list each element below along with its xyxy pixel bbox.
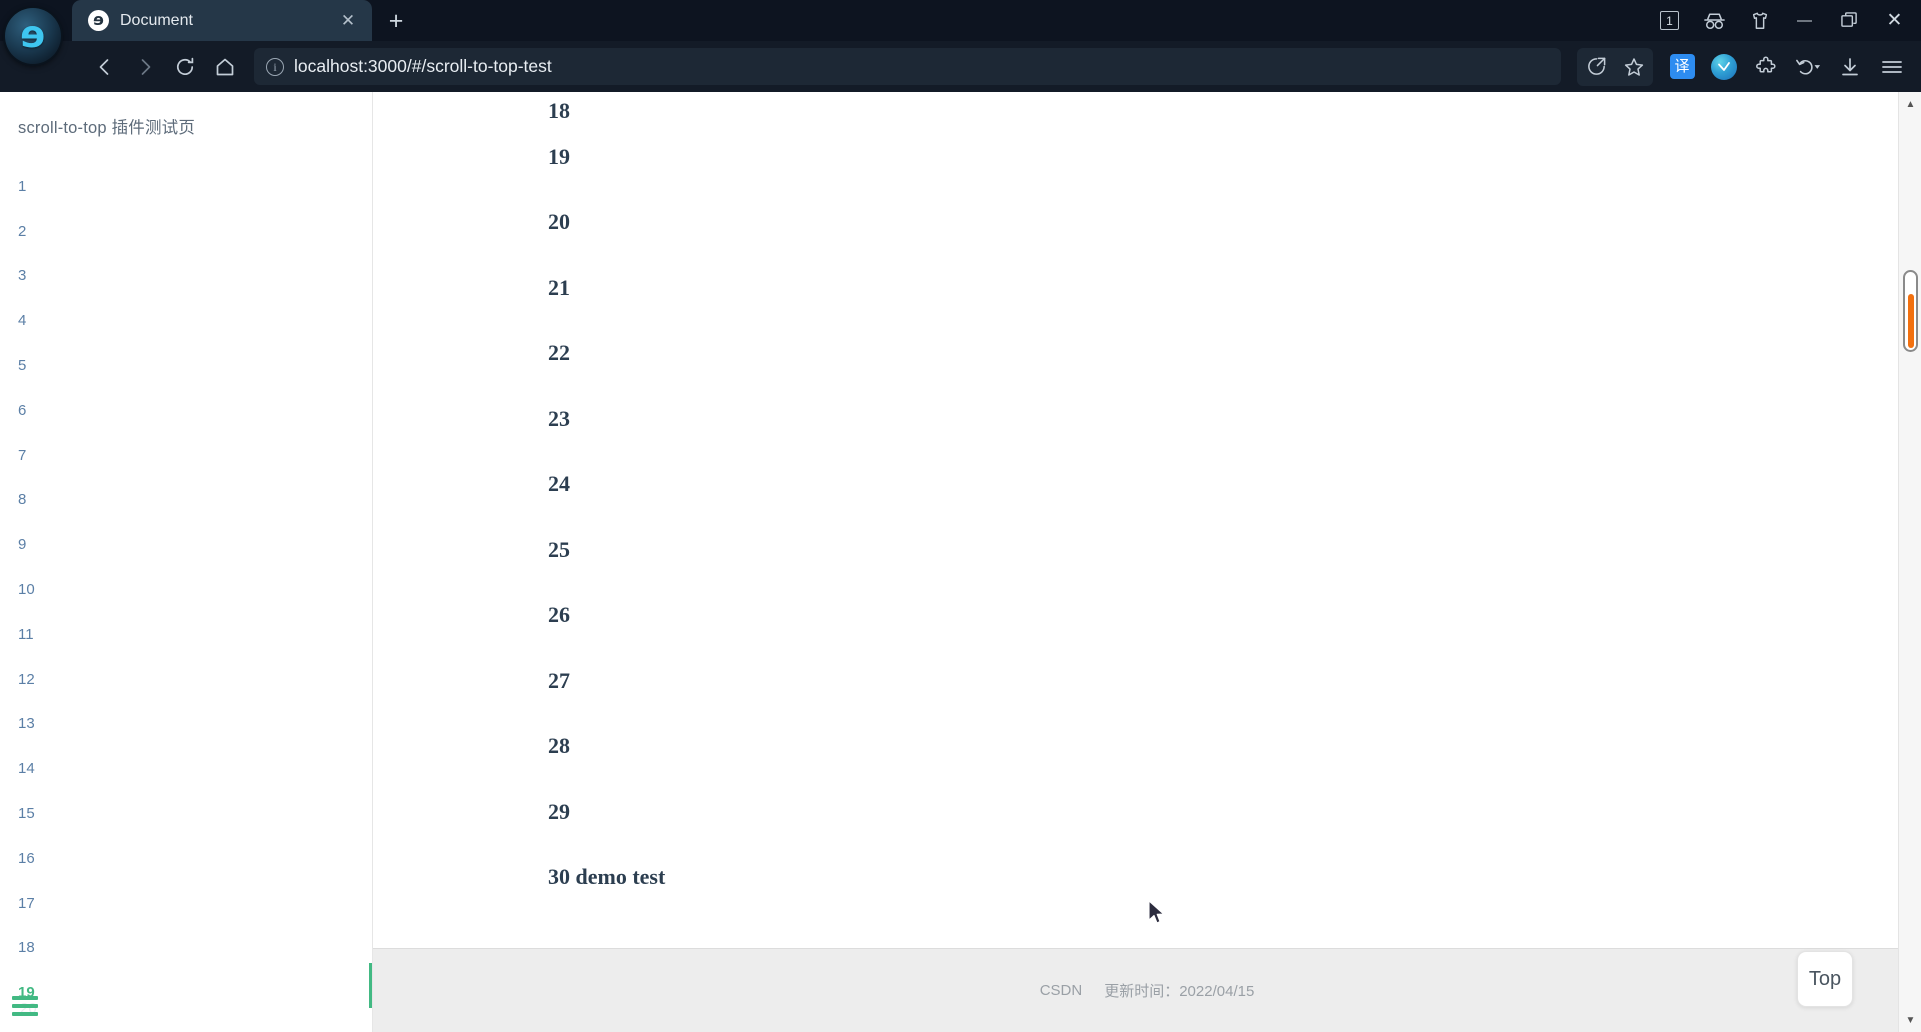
content-line: 27 <box>548 667 570 693</box>
hamburger-menu-icon[interactable] <box>1873 48 1911 86</box>
scrollbar-down-arrow[interactable]: ▼ <box>1899 1008 1921 1032</box>
sidebar-item[interactable]: 11 <box>18 612 372 657</box>
extensions-toolbar: 译 <box>1663 48 1911 86</box>
download-icon[interactable] <box>1831 48 1869 86</box>
content-line: 29 <box>548 798 570 824</box>
tab-document[interactable]: e Document ✕ <box>72 0 372 41</box>
content-line: 20 <box>548 209 570 235</box>
sidebar-item[interactable]: 18 <box>18 926 372 971</box>
close-icon[interactable]: ✕ <box>336 9 360 33</box>
back-button[interactable] <box>86 48 124 86</box>
scrollbar-up-arrow[interactable]: ▲ <box>1899 92 1921 116</box>
site-info-icon[interactable]: i <box>266 57 284 76</box>
page-footer: CSDN 更新时间：2022/04/15 <box>373 948 1921 1032</box>
puzzle-piece-icon[interactable] <box>1747 48 1785 86</box>
content-line: 30 demo test <box>548 864 666 890</box>
reload-icon[interactable] <box>166 48 204 86</box>
browser-window: e e Document ✕ + 1 — ✕ i localhost:3000/… <box>0 0 1921 1032</box>
restore-window-icon[interactable] <box>1827 0 1872 41</box>
footer-updated: 更新时间：2022/04/15 <box>1104 983 1255 1000</box>
browser-logo-icon: e <box>5 8 61 64</box>
sidebar-item[interactable]: 17 <box>18 881 372 926</box>
sidebar-title: scroll-to-top 插件测试页 <box>18 119 196 137</box>
sidebar-item[interactable]: 6 <box>18 388 372 433</box>
sidebar-item[interactable]: 19 <box>18 970 372 1015</box>
home-icon[interactable] <box>206 48 244 86</box>
address-bar[interactable]: i localhost:3000/#/scroll-to-top-test <box>254 48 1561 85</box>
tab-strip: e Document ✕ + <box>0 0 416 41</box>
sidebar-item[interactable]: 9 <box>18 522 372 567</box>
content-line: 22 <box>548 340 570 366</box>
bookmark-star-icon[interactable] <box>1615 48 1653 86</box>
content-line: 25 <box>548 536 570 562</box>
content-line: 21 <box>548 274 570 300</box>
new-tab-button[interactable]: + <box>376 3 416 39</box>
undo-history-icon[interactable] <box>1789 48 1827 86</box>
content-line: 18 <box>548 98 570 123</box>
share-icon[interactable] <box>1577 48 1615 86</box>
address-bar-actions <box>1577 47 1653 86</box>
sidebar-item[interactable]: 5 <box>18 343 372 388</box>
browser-toolbar: i localhost:3000/#/scroll-to-top-test 译 <box>0 41 1921 92</box>
page-sidebar: scroll-to-top 插件测试页 1 2 3 4 5 6 7 8 9 10 11 12 13 14 1… <box>0 92 373 1032</box>
content-line: 19 <box>548 143 570 169</box>
sidebar-item[interactable]: 13 <box>18 702 372 747</box>
scroll-to-top-button[interactable]: Top <box>1797 951 1853 1007</box>
window-controls: 1 — ✕ <box>1647 0 1921 41</box>
content-line: 28 <box>548 733 570 759</box>
tab-title: Document <box>120 11 193 29</box>
content-line-list: 18 19 20 21 22 23 24 25 26 27 28 29 30 demo test <box>373 92 1921 910</box>
tab-count-label: 1 <box>1660 11 1679 30</box>
page-content-area: 18 19 20 21 22 23 24 25 26 27 28 29 30 demo test CSD… <box>373 92 1921 1032</box>
forward-button[interactable] <box>126 48 164 86</box>
sidebar-item[interactable]: 8 <box>18 478 372 523</box>
incognito-glasses-icon[interactable] <box>1692 0 1737 41</box>
sidebar-item-list: 1 2 3 4 5 6 7 8 9 10 11 12 13 14 15 16 17 18 19 <box>18 164 372 1015</box>
sidebar-item[interactable]: 1 <box>18 164 372 209</box>
sidebar-item[interactable]: 12 <box>18 657 372 702</box>
url-text: localhost:3000/#/scroll-to-top-test <box>294 56 552 76</box>
sidebar-item[interactable]: 16 <box>18 836 372 881</box>
page-viewport: scroll-to-top 插件测试页 1 2 3 4 5 6 7 8 9 10 11 12 13 14 1… <box>0 92 1921 1032</box>
sidebar-item[interactable]: 4 <box>18 298 372 343</box>
sidebar-hamburger-icon[interactable] <box>12 996 38 1016</box>
sidebar-item[interactable]: 7 <box>18 433 372 478</box>
content-line: 24 <box>548 471 570 497</box>
tab-count-button[interactable]: 1 <box>1647 0 1692 41</box>
browser-title-bar: e e Document ✕ + 1 — ✕ <box>0 0 1921 64</box>
account-avatar-icon[interactable] <box>1705 48 1743 86</box>
content-line: 23 <box>548 405 570 431</box>
sidebar-item[interactable]: 3 <box>18 254 372 299</box>
shirt-icon[interactable] <box>1737 0 1782 41</box>
translate-icon[interactable]: 译 <box>1663 48 1701 86</box>
sidebar-item[interactable]: 2 <box>18 209 372 254</box>
minimize-button[interactable]: — <box>1782 0 1827 41</box>
sidebar-item[interactable]: 15 <box>18 791 372 836</box>
close-window-button[interactable]: ✕ <box>1872 0 1917 41</box>
page-scrollbar[interactable]: ▲ ▼ <box>1898 92 1921 1032</box>
content-line: 26 <box>548 602 570 628</box>
sidebar-item[interactable]: 10 <box>18 567 372 612</box>
footer-brand: CSDN <box>1039 982 1083 999</box>
translate-label: 译 <box>1669 54 1695 79</box>
sidebar-active-indicator <box>369 962 372 1008</box>
scrollbar-thumb[interactable] <box>1903 270 1918 352</box>
e-favicon: e <box>88 10 109 31</box>
sidebar-item[interactable]: 14 <box>18 746 372 791</box>
